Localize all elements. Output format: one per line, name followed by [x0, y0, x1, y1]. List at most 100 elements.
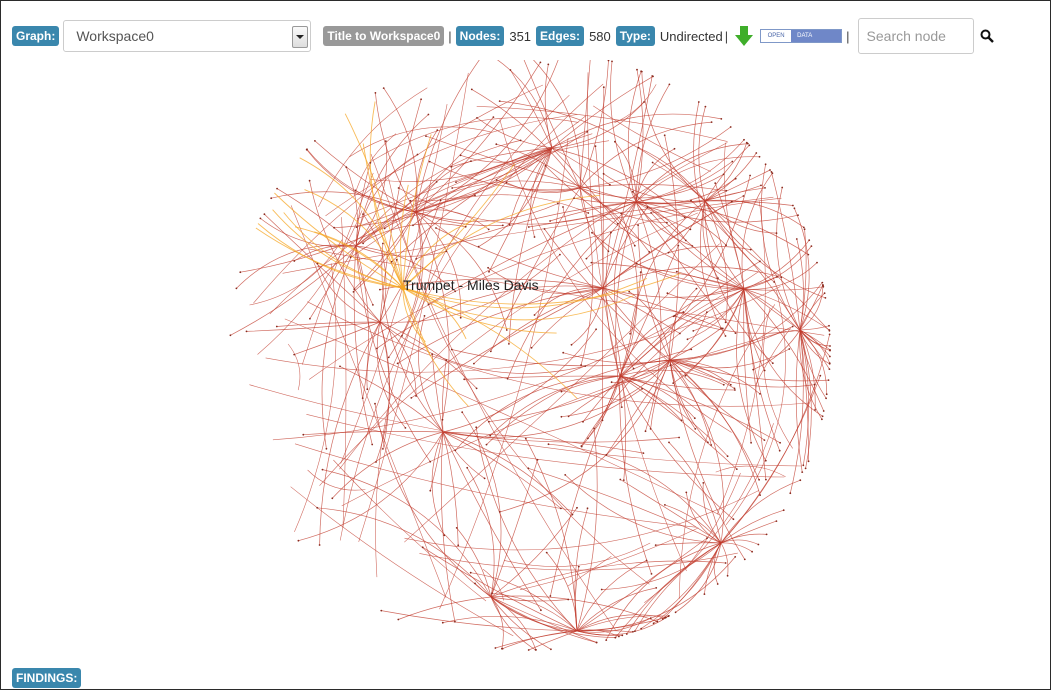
graph-node	[775, 232, 778, 235]
graph-node	[431, 353, 434, 356]
graph-node	[749, 174, 751, 177]
graph-node	[339, 365, 341, 368]
graph-node	[706, 537, 708, 539]
graph-edge	[675, 542, 722, 613]
graph-node	[435, 227, 437, 229]
graph-node	[470, 88, 473, 91]
graph-node	[270, 197, 273, 200]
graph-node	[483, 477, 486, 480]
graph-node	[584, 365, 587, 367]
graph-node	[527, 649, 530, 651]
graph-node	[795, 238, 798, 240]
graph-node	[387, 356, 390, 359]
graph-node	[729, 383, 732, 386]
graph-node	[825, 397, 827, 400]
graph-edge	[579, 126, 731, 189]
graph-node	[640, 627, 643, 630]
graph-node	[622, 479, 625, 481]
graph-node	[764, 163, 767, 166]
chevron-down-icon[interactable]	[292, 26, 309, 48]
graph-edge	[720, 509, 784, 544]
graph-node	[362, 213, 364, 216]
graph-node	[748, 144, 751, 147]
search-icon[interactable]	[980, 29, 994, 43]
graph-node	[679, 332, 681, 335]
graph-node	[651, 75, 654, 77]
graph-node	[345, 166, 348, 168]
graph-node	[717, 277, 719, 279]
graph-node	[445, 250, 448, 253]
graph-node	[668, 83, 671, 86]
graph-node	[316, 506, 319, 509]
graph-node	[758, 478, 760, 481]
graph-node	[808, 239, 811, 242]
workspace-select[interactable]: Workspace0	[63, 20, 312, 52]
graph-node	[355, 226, 358, 229]
network-graph[interactable]	[200, 60, 860, 660]
graph-node	[476, 117, 478, 119]
graph-node	[684, 374, 687, 377]
graph-node	[349, 256, 352, 259]
graph-node	[316, 262, 319, 265]
graph-node	[527, 467, 530, 470]
graph-node	[488, 270, 490, 273]
graph-node	[489, 434, 492, 437]
graph-node	[769, 169, 771, 171]
graph-node	[571, 513, 574, 516]
graph-node	[508, 343, 510, 345]
graph-node	[751, 550, 753, 553]
graph-node	[590, 261, 593, 264]
graph-node	[643, 101, 645, 103]
graph-node	[690, 348, 693, 351]
graph-node	[445, 359, 448, 361]
graph-node	[789, 492, 792, 495]
graph-node	[519, 139, 522, 142]
graph-node	[410, 397, 413, 399]
graph-node	[668, 441, 670, 444]
graph-node	[702, 482, 705, 484]
graph-node	[585, 257, 588, 260]
graph-node	[429, 489, 432, 492]
open-data-logo[interactable]: OPEN DATA	[760, 29, 843, 43]
graph-node	[802, 226, 805, 229]
graph-node	[595, 328, 597, 331]
graph-node	[677, 244, 680, 247]
graph-edge	[626, 542, 722, 635]
graph-node	[666, 292, 669, 295]
graph-edge	[333, 459, 487, 602]
search-node-input[interactable]	[857, 18, 974, 54]
graph-edge	[442, 360, 447, 433]
graph-node	[509, 69, 512, 71]
graph-node	[293, 260, 296, 262]
graph-node	[656, 620, 659, 623]
title-to-workspace-button[interactable]: Title to Workspace0	[323, 26, 445, 46]
graph-node	[714, 182, 717, 184]
graph-edge	[290, 486, 514, 637]
graph-node	[560, 390, 563, 393]
graph-node	[353, 288, 356, 290]
download-icon[interactable]	[734, 25, 754, 47]
graph-node	[667, 251, 670, 254]
graph-node	[797, 214, 799, 217]
graph-node	[694, 428, 697, 430]
graph-node	[764, 459, 767, 462]
graph-node	[577, 565, 580, 568]
graph-edge	[602, 287, 723, 329]
graph-node	[390, 260, 393, 263]
graph-node	[374, 92, 377, 94]
graph-node	[259, 217, 262, 220]
graph-node	[724, 335, 727, 337]
graph-node	[649, 617, 652, 619]
graph-node	[302, 433, 305, 436]
graph-edge	[613, 201, 637, 369]
graph-node	[683, 216, 686, 219]
graph-node	[485, 443, 488, 446]
graph-node	[823, 292, 826, 295]
graph-node	[530, 346, 533, 349]
graph-node	[550, 648, 552, 651]
graph-node	[309, 317, 311, 320]
graph-node	[734, 389, 736, 391]
graph-node	[235, 287, 238, 290]
graph-node	[813, 383, 816, 386]
graph-edges	[230, 60, 831, 651]
